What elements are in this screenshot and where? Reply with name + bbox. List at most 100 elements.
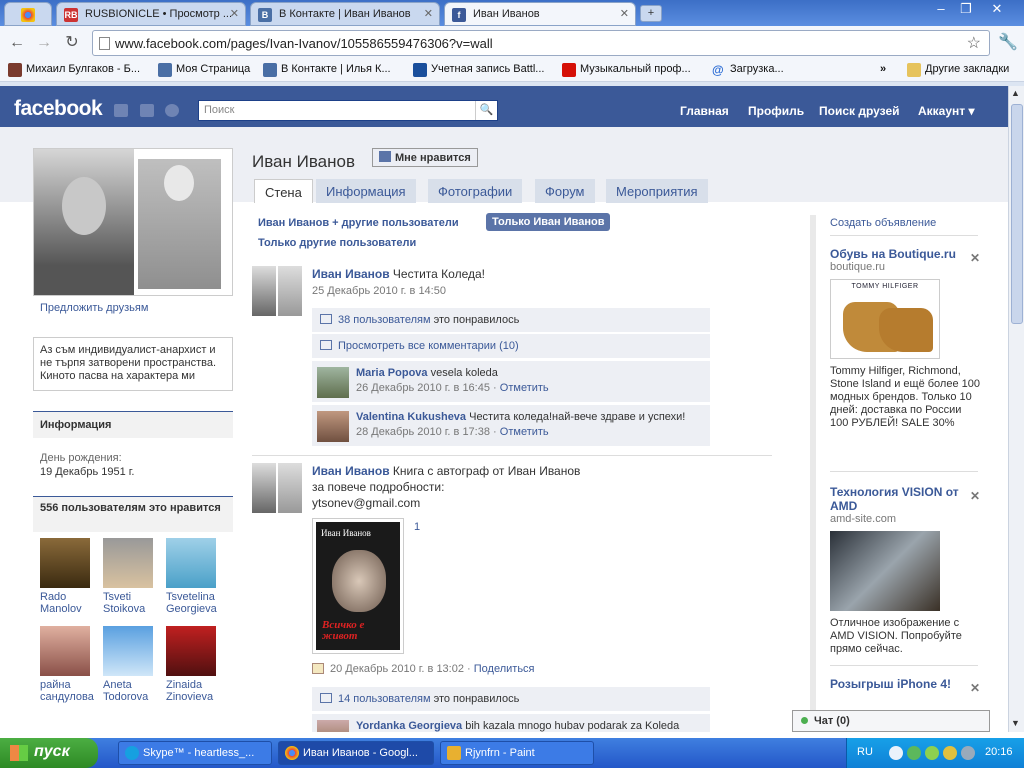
fan-name[interactable]: Tsvetelina Georgieva bbox=[166, 591, 224, 615]
post-time[interactable]: 20 Декабрь 2010 г. в 13:02 bbox=[330, 663, 464, 675]
bookmark-item[interactable]: Музыкальный проф... bbox=[562, 63, 691, 77]
close-icon[interactable]: ✕ bbox=[620, 7, 629, 20]
photo-count[interactable]: 1 bbox=[414, 521, 420, 533]
tray-app-icon[interactable] bbox=[961, 746, 975, 760]
bookmark-item[interactable]: Моя Страница bbox=[158, 63, 250, 77]
fan-item[interactable]: Tsveti Stoikova bbox=[103, 538, 157, 615]
fan-name[interactable]: Aneta Todorova bbox=[103, 679, 151, 703]
ad-title[interactable]: Розыгрыш iPhone 4! bbox=[830, 677, 980, 691]
chevron-right-icon[interactable]: » bbox=[880, 63, 886, 75]
back-button[interactable]: ← bbox=[6, 32, 28, 54]
fan-item[interactable]: Rado Manolov bbox=[40, 538, 94, 615]
address-bar[interactable]: www.facebook.com/pages/Ivan-Ivanov/10558… bbox=[92, 30, 990, 56]
scroll-down-icon[interactable]: ▼ bbox=[1011, 718, 1020, 728]
tab-vkontakte[interactable]: В В Контакте | Иван Иванов ✕ bbox=[250, 2, 440, 26]
view-all-comments[interactable]: Просмотреть все комментарии (10) bbox=[338, 340, 519, 352]
ad-image[interactable] bbox=[830, 531, 940, 611]
chat-bar[interactable]: Чат (0) bbox=[792, 710, 990, 732]
close-icon[interactable]: ✕ bbox=[970, 681, 980, 695]
bookmark-item[interactable]: Учетная запись Battl... bbox=[413, 63, 544, 77]
ad-amd[interactable]: Технология VISION от AMD amd-site.com От… bbox=[830, 485, 980, 656]
scroll-thumb[interactable] bbox=[1011, 104, 1023, 324]
close-window-button[interactable]: ✕ bbox=[986, 1, 1008, 19]
post-time[interactable]: 25 Декабрь 2010 г. в 14:50 bbox=[312, 285, 446, 297]
likes-count[interactable]: 14 пользователям bbox=[338, 693, 431, 705]
nav-profile[interactable]: Профиль bbox=[748, 104, 804, 118]
nav-account[interactable]: Аккаунт ▾ bbox=[918, 104, 975, 118]
facebook-logo[interactable]: facebook bbox=[14, 97, 103, 121]
bookmark-item[interactable]: @ Загрузка... bbox=[712, 63, 784, 77]
fan-item[interactable]: райна сандулова bbox=[40, 626, 98, 703]
tab-facebook[interactable]: f Иван Иванов ✕ bbox=[444, 2, 636, 26]
profile-photo[interactable] bbox=[33, 148, 233, 296]
nav-find-friends[interactable]: Поиск друзей bbox=[819, 104, 900, 118]
start-button[interactable]: пуск bbox=[0, 738, 98, 768]
clock[interactable]: 20:16 bbox=[985, 746, 1013, 758]
like-page-button[interactable]: Мне нравится bbox=[372, 148, 478, 167]
filter-all[interactable]: Иван Иванов + другие пользователи bbox=[258, 217, 459, 229]
ad-title[interactable]: Технология VISION от AMD bbox=[830, 485, 980, 513]
ad-boutique[interactable]: Обувь на Boutique.ru boutique.ru TOMMY H… bbox=[830, 247, 980, 430]
star-icon[interactable]: ☆ bbox=[967, 33, 981, 53]
filter-others[interactable]: Только другие пользователи bbox=[258, 237, 416, 249]
friend-requests-icon[interactable] bbox=[114, 104, 128, 117]
nav-home[interactable]: Главная bbox=[680, 104, 729, 118]
new-tab-button[interactable]: + bbox=[640, 5, 662, 22]
comment-author[interactable]: Valentina Kukusheva bbox=[356, 411, 466, 423]
create-ad-link[interactable]: Создать объявление bbox=[830, 217, 936, 229]
comment-author[interactable]: Yordanka Georgieva bbox=[356, 720, 462, 732]
comment-author[interactable]: Maria Popova bbox=[356, 367, 428, 379]
language-indicator[interactable]: RU bbox=[857, 746, 873, 758]
fan-item[interactable]: Zinaida Zinovieva bbox=[166, 626, 224, 703]
reload-button[interactable]: ↻ bbox=[61, 32, 83, 54]
forward-button[interactable]: → bbox=[33, 32, 55, 54]
close-icon[interactable]: ✕ bbox=[230, 7, 239, 20]
suggest-friends-link[interactable]: Предложить друзьям bbox=[40, 302, 233, 314]
mark-link[interactable]: Отметить bbox=[500, 426, 549, 438]
bookmark-folder[interactable]: Другие закладки bbox=[907, 63, 1009, 77]
close-icon[interactable]: ✕ bbox=[424, 7, 433, 20]
task-paint[interactable]: Rjynfrn - Paint bbox=[440, 741, 594, 765]
tab-chrome[interactable] bbox=[4, 2, 52, 26]
book-photo[interactable]: Иван Иванов Всичко е живот bbox=[312, 518, 404, 654]
mark-link[interactable]: Отметить bbox=[500, 382, 549, 394]
post-author[interactable]: Иван Иванов bbox=[312, 267, 390, 281]
messages-icon[interactable] bbox=[140, 104, 154, 117]
maximize-button[interactable]: ❐ bbox=[955, 1, 977, 19]
fan-name[interactable]: Rado Manolov bbox=[40, 591, 84, 615]
tray-app-icon[interactable] bbox=[943, 746, 957, 760]
tab-info[interactable]: Информация bbox=[316, 179, 416, 203]
minimize-button[interactable]: – bbox=[930, 1, 952, 19]
fan-name[interactable]: райна сандулова bbox=[40, 679, 98, 703]
comment-avatar[interactable] bbox=[317, 720, 349, 732]
search-input[interactable]: Поиск 🔍 bbox=[198, 100, 498, 121]
task-chrome[interactable]: Иван Иванов - Googl... bbox=[278, 741, 434, 765]
task-skype[interactable]: Skype™ - heartless_... bbox=[118, 741, 272, 765]
tray-app-icon[interactable] bbox=[925, 746, 939, 760]
likes-count[interactable]: 38 пользователям bbox=[338, 314, 431, 326]
tray-arrow-icon[interactable] bbox=[889, 746, 903, 760]
tab-events[interactable]: Мероприятия bbox=[606, 179, 708, 203]
filter-only-owner[interactable]: Только Иван Иванов bbox=[486, 213, 611, 231]
fan-item[interactable]: Aneta Todorova bbox=[103, 626, 157, 703]
tab-wall[interactable]: Стена bbox=[254, 179, 313, 203]
fan-name[interactable]: Tsveti Stoikova bbox=[103, 591, 147, 615]
ad-title[interactable]: Обувь на Boutique.ru bbox=[830, 247, 980, 261]
ad-iphone[interactable]: Розыгрыш iPhone 4! ✕ bbox=[830, 677, 980, 695]
search-icon[interactable]: 🔍 bbox=[475, 101, 497, 120]
tab-photos[interactable]: Фотографии bbox=[428, 179, 523, 203]
close-icon[interactable]: ✕ bbox=[970, 251, 980, 265]
post-author-avatar[interactable] bbox=[252, 463, 304, 513]
comment-avatar[interactable] bbox=[317, 411, 349, 442]
bookmark-item[interactable]: Михаил Булгаков - Б... bbox=[8, 63, 140, 77]
bookmark-item[interactable]: В Контакте | Илья К... bbox=[263, 63, 391, 77]
post-author-avatar[interactable] bbox=[252, 266, 304, 316]
post-author[interactable]: Иван Иванов bbox=[312, 464, 390, 478]
wrench-icon[interactable]: 🔧 bbox=[998, 32, 1018, 52]
share-link[interactable]: Поделиться bbox=[474, 663, 535, 675]
close-icon[interactable]: ✕ bbox=[970, 489, 980, 503]
tab-rusbionicle[interactable]: RB RUSBIONICLE • Просмотр ... ✕ bbox=[56, 2, 246, 26]
ad-image[interactable]: TOMMY HILFIGER bbox=[830, 279, 940, 359]
tab-forum[interactable]: Форум bbox=[535, 179, 595, 203]
scrollbar[interactable]: ▲ ▼ bbox=[1008, 86, 1024, 732]
